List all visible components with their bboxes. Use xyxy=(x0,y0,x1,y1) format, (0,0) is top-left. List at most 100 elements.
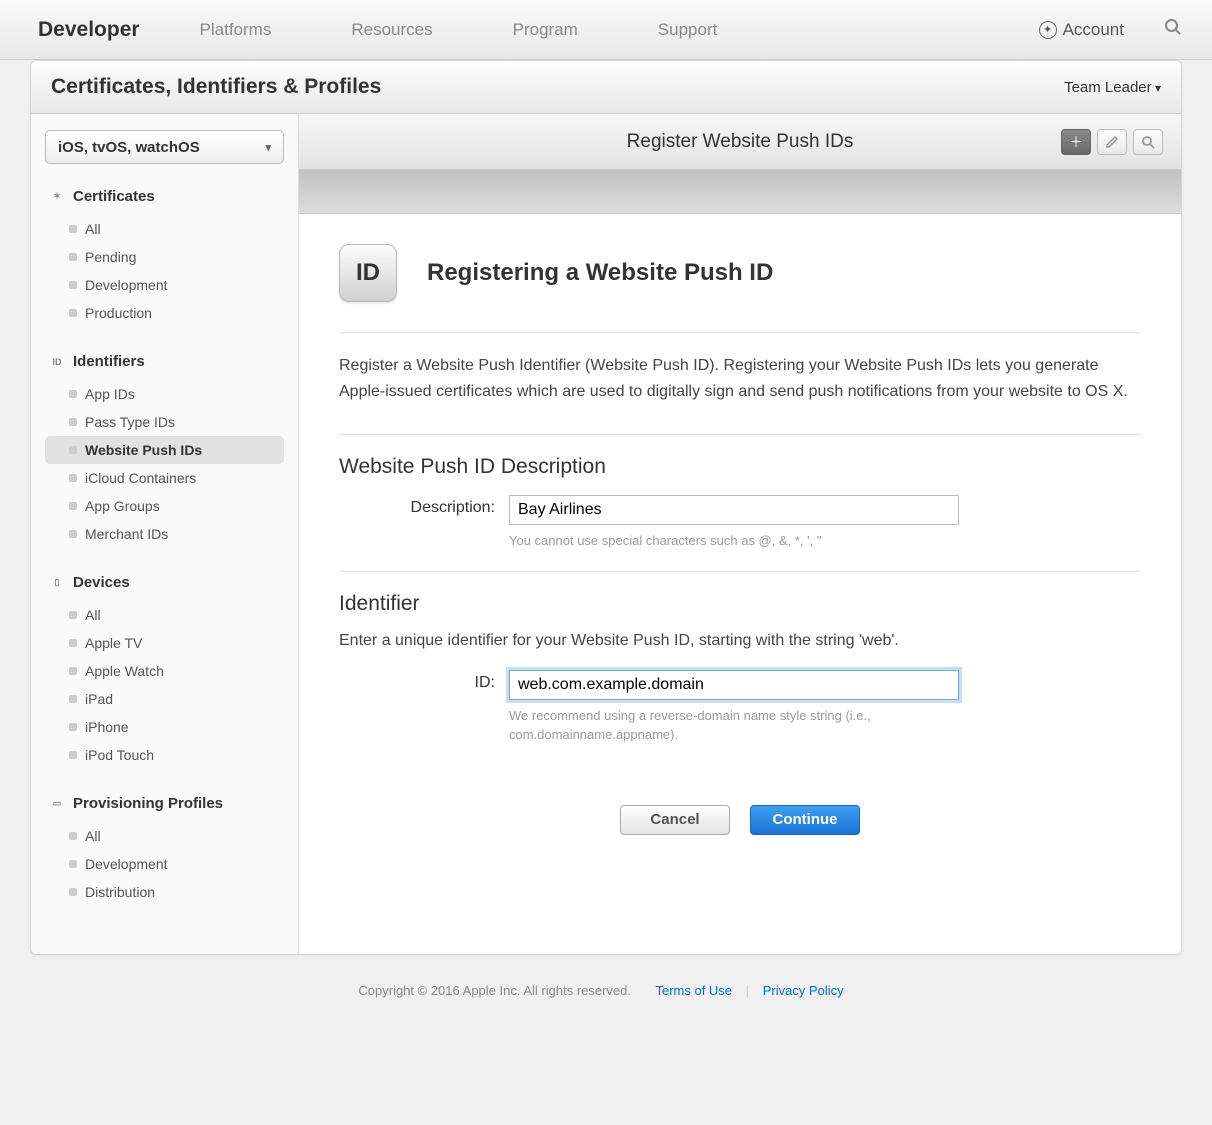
add-button[interactable]: ＋ xyxy=(1061,129,1091,155)
identifier-input[interactable] xyxy=(509,670,959,700)
nav-section-header: ▯ Devices xyxy=(45,568,284,597)
search-icon[interactable] xyxy=(1164,18,1182,41)
sidebar-item-label: iPad xyxy=(85,691,113,707)
footer-terms-link[interactable]: Terms of Use xyxy=(655,983,732,998)
sidebar-item-label: All xyxy=(85,221,101,237)
platform-select[interactable]: iOS, tvOS, watchOS xyxy=(45,130,284,164)
sidebar-item-label: iCloud Containers xyxy=(85,470,196,486)
identifier-label: ID: xyxy=(339,670,509,692)
nav-section-header: ▭ Provisioning Profiles xyxy=(45,789,284,818)
nav-program[interactable]: Program xyxy=(513,20,578,40)
description-hint: You cannot use special characters such a… xyxy=(509,531,959,551)
subheader: Certificates, Identifiers & Profiles Tea… xyxy=(31,61,1181,114)
nav-section-header: ✶ Certificates xyxy=(45,182,284,211)
nav-section: ✶ Certificates All Pending Development Produc… xyxy=(45,182,284,337)
section-title: Certificates xyxy=(73,188,155,205)
sidebar-item[interactable]: Apple Watch xyxy=(45,657,284,685)
gradient-bar xyxy=(299,170,1181,214)
description-row: Description: You cannot use special char… xyxy=(339,495,1141,551)
nav-section: ▭ Provisioning Profiles All Development Dist… xyxy=(45,789,284,916)
nav-resources[interactable]: Resources xyxy=(351,20,432,40)
sidebar-item[interactable]: Development xyxy=(45,850,284,878)
sidebar-item[interactable]: Merchant IDs xyxy=(45,520,284,548)
id-badge-icon: ID xyxy=(339,244,397,302)
divider xyxy=(339,332,1141,333)
sidebar-item[interactable]: iPod Touch xyxy=(45,741,284,769)
nav-section: ID Identifiers App IDs Pass Type IDs Website… xyxy=(45,347,284,558)
sidebar-item-label: App Groups xyxy=(85,498,160,514)
brand-label: Developer xyxy=(38,18,140,42)
content: ID Registering a Website Push ID Registe… xyxy=(299,214,1181,865)
identifier-row: ID: We recommend using a reverse-domain … xyxy=(339,670,1141,745)
sidebar-item-label: All xyxy=(85,607,101,623)
section-title: Identifiers xyxy=(73,353,145,370)
section-icon: ▯ xyxy=(49,575,65,591)
nav-support[interactable]: Support xyxy=(658,20,718,40)
cancel-button[interactable]: Cancel xyxy=(620,805,730,835)
sidebar-item[interactable]: iCloud Containers xyxy=(45,464,284,492)
sidebar-item[interactable]: App IDs xyxy=(45,380,284,408)
nav-links: Platforms Resources Program Support xyxy=(200,20,1039,40)
person-icon: ✦ xyxy=(1039,21,1057,39)
sidebar: iOS, tvOS, watchOS ✶ Certificates All Pendi… xyxy=(31,114,299,954)
sidebar-item-label: Development xyxy=(85,856,168,872)
sidebar-item-label: Apple Watch xyxy=(85,663,164,679)
description-section-title: Website Push ID Description xyxy=(339,455,1141,479)
sidebar-item-label: Website Push IDs xyxy=(85,442,202,458)
sidebar-item[interactable]: Distribution xyxy=(45,878,284,906)
sidebar-item[interactable]: All xyxy=(45,822,284,850)
sidebar-item[interactable]: Apple TV xyxy=(45,629,284,657)
search-button[interactable] xyxy=(1133,129,1163,155)
footer-separator: | xyxy=(746,983,749,998)
top-nav: Developer Platforms Resources Program Su… xyxy=(0,0,1212,60)
sidebar-item-label: Development xyxy=(85,277,168,293)
footer-copyright: Copyright © 2016 Apple Inc. All rights r… xyxy=(358,983,631,998)
sidebar-item[interactable]: iPhone xyxy=(45,713,284,741)
main-header-title: Register Website Push IDs xyxy=(627,131,854,153)
section-icon: ID xyxy=(49,354,65,370)
nav-section-header: ID Identifiers xyxy=(45,347,284,376)
nav-section: ▯ Devices All Apple TV Apple Watch iPad iPhone… xyxy=(45,568,284,779)
description-label: Description: xyxy=(339,495,509,517)
nav-platforms[interactable]: Platforms xyxy=(200,20,272,40)
sidebar-item[interactable]: Development xyxy=(45,271,284,299)
sidebar-item[interactable]: Pending xyxy=(45,243,284,271)
sidebar-item-label: Pass Type IDs xyxy=(85,414,175,430)
hero-title: Registering a Website Push ID xyxy=(427,259,773,287)
page-title: Certificates, Identifiers & Profiles xyxy=(51,75,381,99)
section-title: Devices xyxy=(73,574,130,591)
section-icon: ▭ xyxy=(49,796,65,812)
identifier-subtitle: Enter a unique identifier for your Websi… xyxy=(339,632,1141,650)
account-link[interactable]: ✦ Account xyxy=(1039,20,1124,40)
footer-privacy-link[interactable]: Privacy Policy xyxy=(763,983,844,998)
sidebar-item[interactable]: All xyxy=(45,215,284,243)
hero: ID Registering a Website Push ID xyxy=(339,244,1141,302)
continue-button[interactable]: Continue xyxy=(750,805,860,835)
toolbar-buttons: ＋ xyxy=(1061,129,1163,155)
divider xyxy=(339,434,1141,435)
sidebar-item[interactable]: Pass Type IDs xyxy=(45,408,284,436)
sidebar-item-label: Production xyxy=(85,305,152,321)
sidebar-item-label: Distribution xyxy=(85,884,155,900)
description-input[interactable] xyxy=(509,495,959,525)
divider xyxy=(339,571,1141,572)
sidebar-item[interactable]: Website Push IDs xyxy=(45,436,284,464)
sidebar-item[interactable]: All xyxy=(45,601,284,629)
section-title: Provisioning Profiles xyxy=(73,795,223,812)
sidebar-item-label: App IDs xyxy=(85,386,135,402)
sidebar-item-label: Merchant IDs xyxy=(85,526,168,542)
sidebar-item-label: All xyxy=(85,828,101,844)
sidebar-item[interactable]: Production xyxy=(45,299,284,327)
main-container: Certificates, Identifiers & Profiles Tea… xyxy=(30,60,1182,955)
sidebar-item[interactable]: iPad xyxy=(45,685,284,713)
footer: Copyright © 2016 Apple Inc. All rights r… xyxy=(0,955,1212,1026)
main-header: Register Website Push IDs ＋ xyxy=(299,114,1181,170)
account-label: Account xyxy=(1063,20,1124,40)
identifier-hint: We recommend using a reverse-domain name… xyxy=(509,706,959,745)
team-selector[interactable]: Team Leader xyxy=(1064,79,1161,96)
section-icon: ✶ xyxy=(49,189,65,205)
edit-button[interactable] xyxy=(1097,129,1127,155)
sidebar-item[interactable]: App Groups xyxy=(45,492,284,520)
platform-select-label: iOS, tvOS, watchOS xyxy=(58,139,200,156)
identifier-section-title: Identifier xyxy=(339,592,1141,616)
